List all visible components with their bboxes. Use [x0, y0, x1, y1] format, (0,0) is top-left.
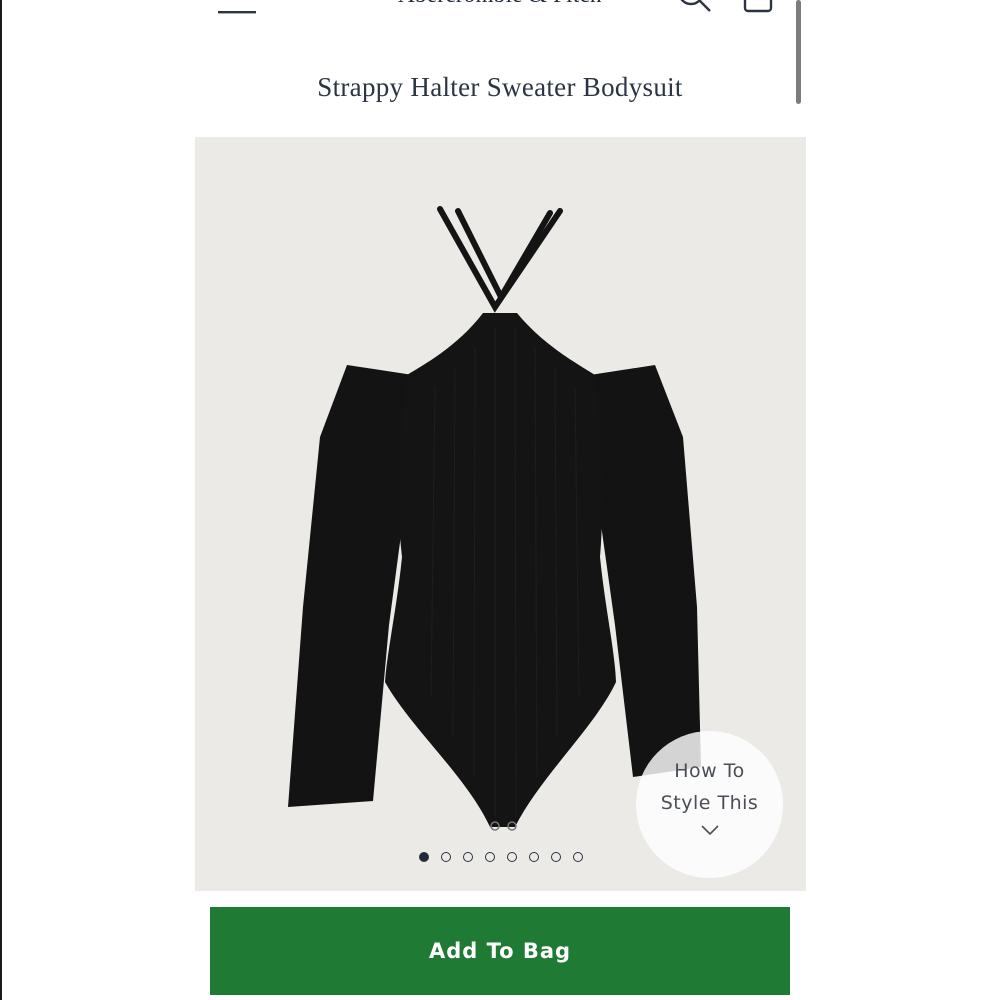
- product-title: Strappy Halter Sweater Bodysuit: [317, 72, 683, 102]
- chevron-down-icon: [700, 825, 719, 836]
- hamburger-menu-icon[interactable]: [218, 0, 258, 16]
- add-to-bag-button[interactable]: Add To Bag: [210, 907, 790, 995]
- product-page: Abercrombie & Fitch Strappy Halter Sweat…: [0, 0, 1000, 1000]
- how-to-style-label-line1: How To: [674, 760, 745, 782]
- shopping-bag-icon[interactable]: [741, 0, 777, 18]
- carousel-dot[interactable]: [485, 852, 495, 862]
- search-icon[interactable]: [676, 0, 712, 18]
- carousel-dot[interactable]: [419, 852, 429, 862]
- carousel-dot[interactable]: [441, 852, 451, 862]
- how-to-style-button[interactable]: How To Style This: [636, 731, 783, 878]
- carousel-dot[interactable]: [573, 852, 583, 862]
- carousel-dot[interactable]: [551, 852, 561, 862]
- brand-logo[interactable]: Abercrombie & Fitch: [340, 0, 660, 8]
- how-to-style-label-line2: Style This: [660, 792, 759, 814]
- carousel-dot[interactable]: [507, 852, 517, 862]
- top-nav-bar: Abercrombie & Fitch: [0, 0, 1000, 18]
- product-image-carousel[interactable]: How To Style This: [195, 137, 806, 891]
- carousel-dot[interactable]: [529, 852, 539, 862]
- carousel-dot[interactable]: [463, 852, 473, 862]
- window-edge: [0, 0, 2, 1000]
